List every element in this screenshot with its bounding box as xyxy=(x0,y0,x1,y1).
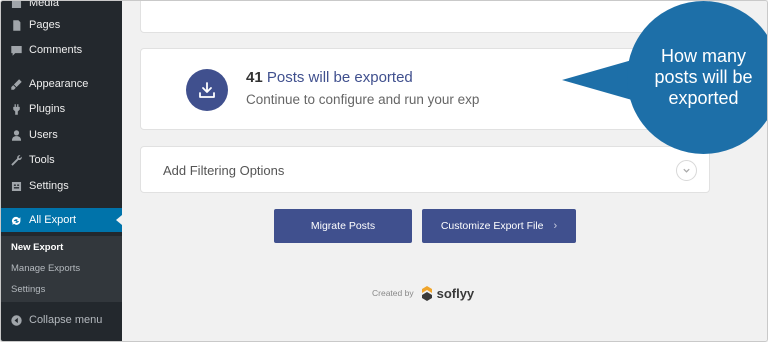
pages-icon xyxy=(9,18,23,32)
customize-export-label: Customize Export File xyxy=(440,220,544,232)
users-icon xyxy=(9,128,23,142)
callout-text: How many posts will be exported xyxy=(654,46,753,108)
sidebar-item-all-export[interactable]: All Export xyxy=(1,208,122,232)
filter-options-panel[interactable]: Add Filtering Options xyxy=(140,146,710,193)
customize-export-file-button[interactable]: Customize Export File › xyxy=(422,209,576,243)
main-content: 41 Posts will be exported Continue to co… xyxy=(122,1,767,341)
chevron-right-icon: › xyxy=(553,220,558,232)
sidebar-item-label: Pages xyxy=(29,19,61,31)
settings-icon xyxy=(9,179,23,193)
migrate-posts-label: Migrate Posts xyxy=(310,220,376,232)
plugins-icon xyxy=(9,102,23,116)
chevron-down-icon[interactable] xyxy=(676,160,697,181)
submenu-settings[interactable]: Settings xyxy=(11,284,45,295)
export-count: 41 xyxy=(246,69,263,86)
sidebar-item-plugins[interactable]: Plugins xyxy=(1,97,122,121)
export-count-title: 41 Posts will be exported xyxy=(246,69,413,86)
created-by-credit: Created by soflyy xyxy=(372,285,474,301)
sidebar-item-label: Comments xyxy=(29,44,83,56)
download-icon xyxy=(186,69,228,111)
sidebar-item-label: Media xyxy=(29,0,59,9)
sidebar-item-label: Users xyxy=(29,129,58,141)
sidebar-item-label: All Export xyxy=(29,214,77,226)
all-export-submenu: New Export Manage Exports Settings xyxy=(1,236,122,302)
soflyy-logo-icon[interactable] xyxy=(420,285,434,301)
soflyy-brand[interactable]: soflyy xyxy=(437,286,475,301)
filter-options-label: Add Filtering Options xyxy=(163,163,285,178)
sidebar-item-comments[interactable]: Comments xyxy=(1,38,122,62)
created-by-text: Created by xyxy=(372,288,414,298)
admin-sidebar: Media Pages Comments Appearance Plugins … xyxy=(1,0,122,341)
sidebar-item-label: Appearance xyxy=(29,78,89,90)
callout-bubble: How many posts will be exported xyxy=(627,1,767,154)
tools-icon xyxy=(9,153,23,167)
comments-icon xyxy=(9,43,23,57)
all-export-icon xyxy=(9,213,23,227)
callout-pointer xyxy=(562,60,632,100)
sidebar-item-label: Plugins xyxy=(29,103,66,115)
sidebar-item-pages[interactable]: Pages xyxy=(1,13,122,37)
collapse-menu-button[interactable]: Collapse menu xyxy=(1,308,122,332)
migrate-posts-button[interactable]: Migrate Posts xyxy=(274,209,412,243)
top-card xyxy=(140,1,710,33)
collapse-icon xyxy=(9,313,23,327)
media-icon xyxy=(9,1,23,10)
screenshot-frame: Media Pages Comments Appearance Plugins … xyxy=(0,0,768,342)
submenu-manage-exports[interactable]: Manage Exports xyxy=(11,263,80,274)
sidebar-item-tools[interactable]: Tools xyxy=(1,148,122,172)
sidebar-item-settings[interactable]: Settings xyxy=(1,174,122,198)
export-subtitle: Continue to configure and run your exp xyxy=(246,92,480,107)
appearance-icon xyxy=(9,77,23,91)
sidebar-item-label: Settings xyxy=(29,180,69,192)
sidebar-item-users[interactable]: Users xyxy=(1,123,122,147)
collapse-menu-label: Collapse menu xyxy=(29,314,103,326)
sidebar-item-label: Tools xyxy=(29,154,55,166)
export-title-text: Posts will be exported xyxy=(266,69,413,86)
submenu-new-export[interactable]: New Export xyxy=(11,242,63,253)
sidebar-item-appearance[interactable]: Appearance xyxy=(1,72,122,96)
